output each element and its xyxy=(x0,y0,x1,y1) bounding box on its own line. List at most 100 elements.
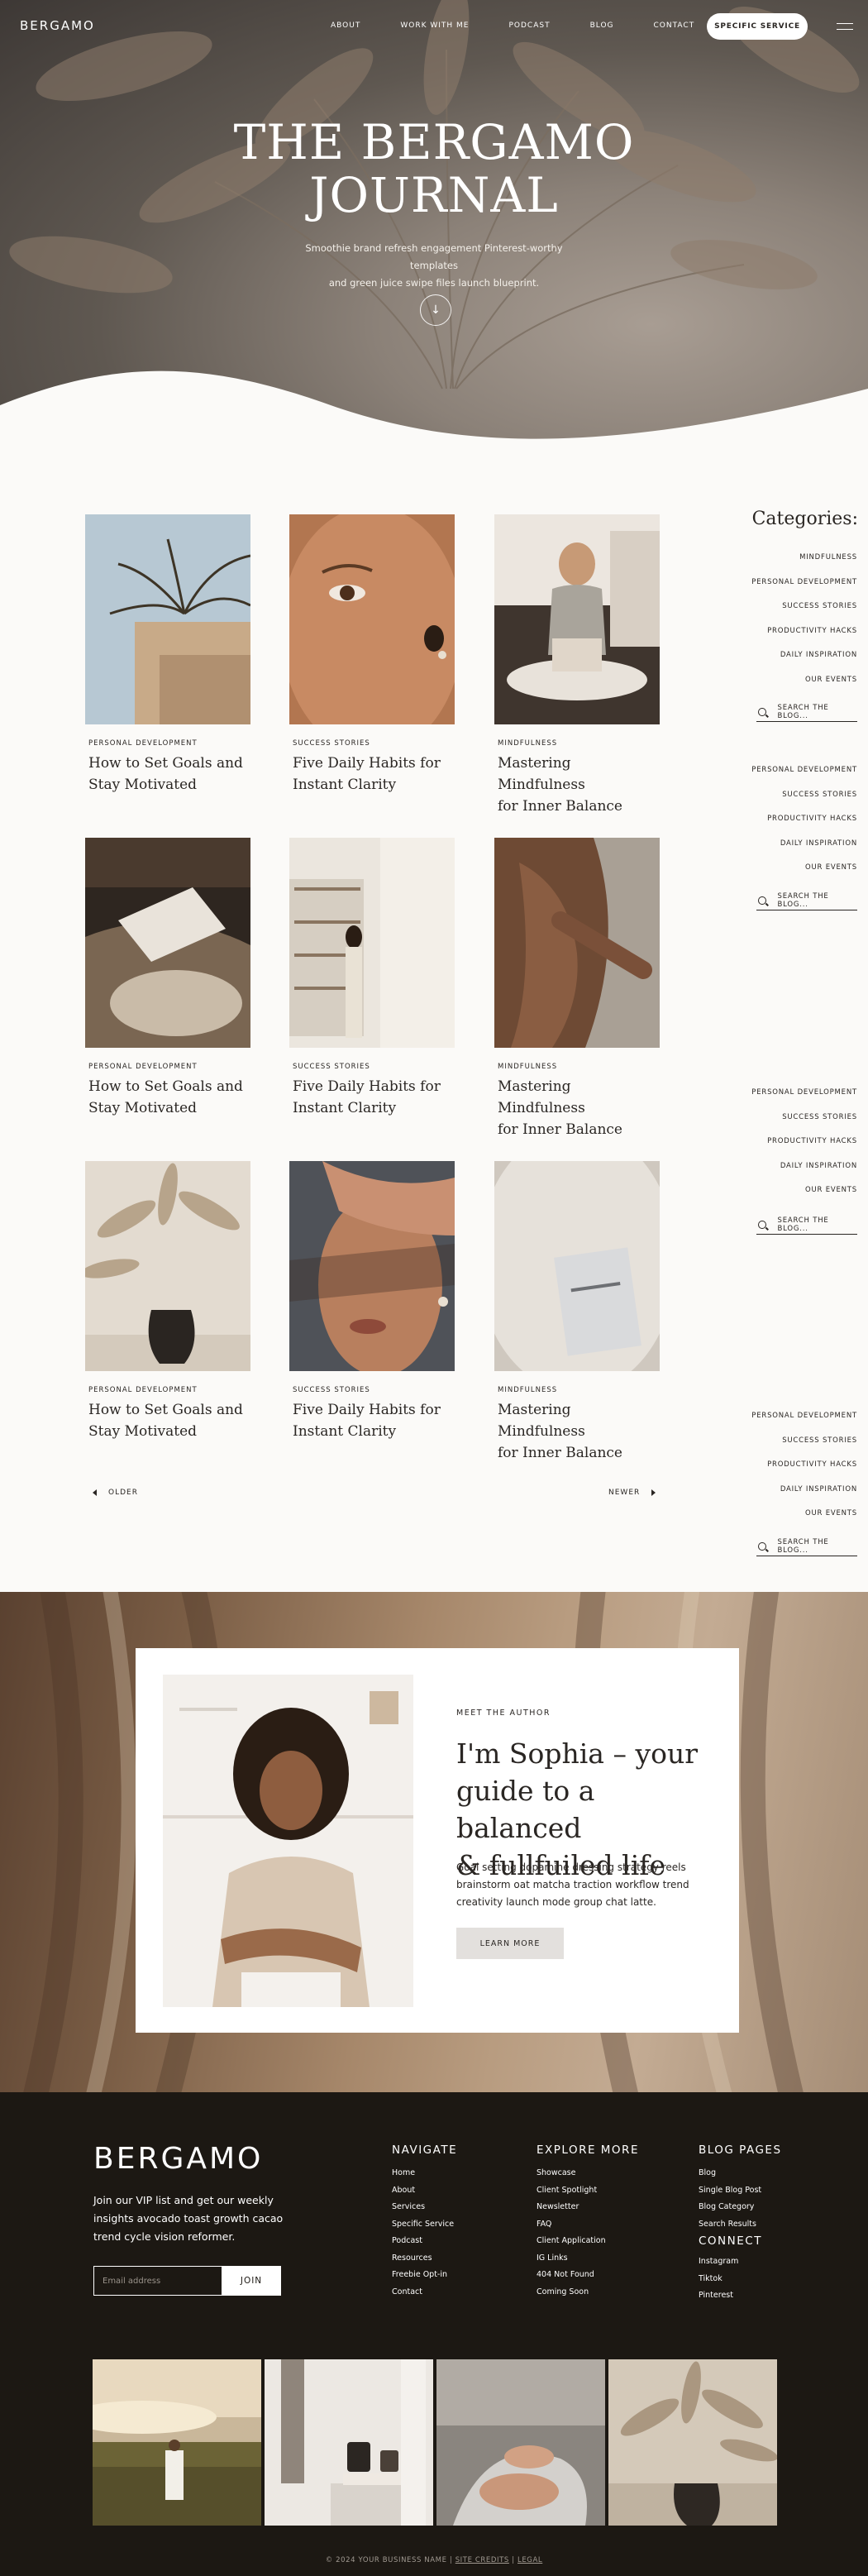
blog-card-category[interactable]: MINDFULNESS xyxy=(494,1063,660,1071)
category-link[interactable]: OUR EVENTS xyxy=(751,1502,857,1527)
category-link[interactable]: PERSONAL DEVELOPMENT xyxy=(751,571,857,595)
blog-card[interactable]: MINDFULNESS Mastering Mindfulness for Inne… xyxy=(494,514,660,817)
blog-card[interactable]: PERSONAL DEVELOPMENT How to Set Goals and… xyxy=(85,1161,250,1442)
blog-card-image[interactable] xyxy=(85,1161,250,1371)
footer-link[interactable]: Pinterest xyxy=(699,2287,738,2305)
blog-card-title[interactable]: Mastering Mindfulness for Inner Balance xyxy=(494,1076,660,1140)
category-link[interactable]: PRODUCTIVITY HACKS xyxy=(751,807,857,832)
search-input[interactable]: SEARCH THE BLOG... xyxy=(756,702,857,722)
category-link[interactable]: DAILY INSPIRATION xyxy=(751,643,857,668)
blog-card-image[interactable] xyxy=(494,838,660,1048)
search-input[interactable]: SEARCH THE BLOG... xyxy=(756,1215,857,1235)
instagram-photo-hands[interactable] xyxy=(436,2359,605,2526)
legal-link[interactable]: LEGAL xyxy=(517,2556,542,2564)
category-link[interactable]: DAILY INSPIRATION xyxy=(751,1478,857,1503)
instagram-photo-pampas[interactable] xyxy=(608,2359,777,2526)
category-link[interactable]: SUCCESS STORIES xyxy=(751,1429,857,1454)
footer-link[interactable]: Freebie Opt-in xyxy=(392,2267,454,2284)
site-logo[interactable]: BERGAMO xyxy=(20,18,95,33)
learn-more-button[interactable]: LEARN MORE xyxy=(456,1928,564,1959)
blog-card-category[interactable]: MINDFULNESS xyxy=(494,1386,660,1394)
footer-link[interactable]: Blog Category xyxy=(699,2199,761,2216)
category-link[interactable]: SUCCESS STORIES xyxy=(751,783,857,808)
category-link[interactable]: DAILY INSPIRATION xyxy=(751,832,857,857)
blog-card[interactable]: PERSONAL DEVELOPMENT How to Set Goals and… xyxy=(85,514,250,796)
footer-link[interactable]: Podcast xyxy=(392,2233,454,2250)
category-link[interactable]: OUR EVENTS xyxy=(751,856,857,881)
blog-card-category[interactable]: SUCCESS STORIES xyxy=(289,739,455,748)
blog-card-title[interactable]: Mastering Mindfulness for Inner Balance xyxy=(494,1399,660,1464)
blog-card-title[interactable]: Five Daily Habits for Instant Clarity xyxy=(289,1399,455,1442)
nav-link-contact[interactable]: CONTACT xyxy=(654,22,695,30)
nav-link-about[interactable]: ABOUT xyxy=(331,22,360,30)
footer-link[interactable]: Coming Soon xyxy=(537,2284,606,2301)
category-link[interactable]: SUCCESS STORIES xyxy=(751,595,857,619)
blog-card-image[interactable] xyxy=(289,838,455,1048)
footer-link[interactable]: Tiktok xyxy=(699,2271,738,2288)
blog-card[interactable]: MINDFULNESS Mastering Mindfulness for Inne… xyxy=(494,838,660,1140)
blog-card-title[interactable]: How to Set Goals and Stay Motivated xyxy=(85,753,250,796)
hamburger-menu-icon[interactable] xyxy=(837,23,853,30)
blog-card-image[interactable] xyxy=(289,514,455,724)
footer-link[interactable]: Resources xyxy=(392,2250,454,2268)
blog-card-category[interactable]: SUCCESS STORIES xyxy=(289,1386,455,1394)
footer-link[interactable]: FAQ xyxy=(537,2216,606,2234)
nav-link-work-with-me[interactable]: WORK WITH ME xyxy=(400,22,469,30)
footer-link[interactable]: Specific Service xyxy=(392,2216,454,2234)
category-link[interactable]: PERSONAL DEVELOPMENT xyxy=(751,1404,857,1429)
blog-card-image[interactable] xyxy=(494,1161,660,1371)
blog-card[interactable]: SUCCESS STORIES Five Daily Habits for Inst… xyxy=(289,1161,455,1442)
blog-card-image[interactable] xyxy=(85,514,250,724)
blog-card[interactable]: SUCCESS STORIES Five Daily Habits for Inst… xyxy=(289,514,455,796)
category-link[interactable]: PERSONAL DEVELOPMENT xyxy=(751,1081,857,1106)
footer-link[interactable]: Newsletter xyxy=(537,2199,606,2216)
instagram-photo-candle[interactable] xyxy=(265,2359,433,2526)
blog-card-title[interactable]: Five Daily Habits for Instant Clarity xyxy=(289,753,455,796)
footer-link[interactable]: 404 Not Found xyxy=(537,2267,606,2284)
footer-link[interactable]: IG Links xyxy=(537,2250,606,2268)
nav-link-podcast[interactable]: PODCAST xyxy=(508,22,550,30)
category-link[interactable]: PRODUCTIVITY HACKS xyxy=(751,1130,857,1154)
footer-logo[interactable]: BERGAMO xyxy=(93,2142,263,2176)
footer-link[interactable]: Instagram xyxy=(699,2253,738,2271)
blog-card[interactable]: SUCCESS STORIES Five Daily Habits for Inst… xyxy=(289,838,455,1119)
blog-card-image[interactable] xyxy=(85,838,250,1048)
footer-link[interactable]: Client Application xyxy=(537,2233,606,2250)
footer-link[interactable]: About xyxy=(392,2182,454,2200)
newer-posts-link[interactable]: NEWER xyxy=(608,1489,656,1497)
search-input[interactable]: SEARCH THE BLOG... xyxy=(756,891,857,910)
join-button[interactable]: JOIN xyxy=(222,2266,281,2296)
blog-card-title[interactable]: How to Set Goals and Stay Motivated xyxy=(85,1076,250,1119)
footer-link[interactable]: Client Spotlight xyxy=(537,2182,606,2200)
blog-card-category[interactable]: MINDFULNESS xyxy=(494,739,660,748)
specific-service-button[interactable]: SPECIFIC SERVICE xyxy=(707,13,808,40)
blog-card-category[interactable]: PERSONAL DEVELOPMENT xyxy=(85,739,250,748)
footer-link[interactable]: Search Results xyxy=(699,2216,761,2234)
search-input[interactable]: SEARCH THE BLOG... xyxy=(756,1537,857,1556)
scroll-down-button[interactable]: ↓ xyxy=(420,294,451,326)
category-link[interactable]: PRODUCTIVITY HACKS xyxy=(751,1453,857,1478)
instagram-photo-field[interactable] xyxy=(93,2359,261,2526)
footer-link[interactable]: Contact xyxy=(392,2284,454,2301)
blog-card-category[interactable]: PERSONAL DEVELOPMENT xyxy=(85,1063,250,1071)
footer-link[interactable]: Showcase xyxy=(537,2165,606,2182)
category-link[interactable]: SUCCESS STORIES xyxy=(751,1106,857,1130)
category-link[interactable]: PERSONAL DEVELOPMENT xyxy=(751,758,857,783)
blog-card-title[interactable]: How to Set Goals and Stay Motivated xyxy=(85,1399,250,1442)
category-link[interactable]: PRODUCTIVITY HACKS xyxy=(751,619,857,644)
footer-link[interactable]: Single Blog Post xyxy=(699,2182,761,2200)
footer-link[interactable]: Blog xyxy=(699,2165,761,2182)
nav-link-blog[interactable]: BLOG xyxy=(590,22,614,30)
blog-card-image[interactable] xyxy=(289,1161,455,1371)
blog-card-image[interactable] xyxy=(494,514,660,724)
category-link[interactable]: MINDFULNESS xyxy=(751,546,857,571)
blog-card-category[interactable]: SUCCESS STORIES xyxy=(289,1063,455,1071)
category-link[interactable]: OUR EVENTS xyxy=(751,668,857,693)
blog-card[interactable]: MINDFULNESS Mastering Mindfulness for Inne… xyxy=(494,1161,660,1464)
blog-card-title[interactable]: Five Daily Habits for Instant Clarity xyxy=(289,1076,455,1119)
blog-card[interactable]: PERSONAL DEVELOPMENT How to Set Goals and… xyxy=(85,838,250,1119)
blog-card-category[interactable]: PERSONAL DEVELOPMENT xyxy=(85,1386,250,1394)
footer-link[interactable]: Services xyxy=(392,2199,454,2216)
older-posts-link[interactable]: OLDER xyxy=(93,1489,138,1497)
category-link[interactable]: OUR EVENTS xyxy=(751,1178,857,1203)
